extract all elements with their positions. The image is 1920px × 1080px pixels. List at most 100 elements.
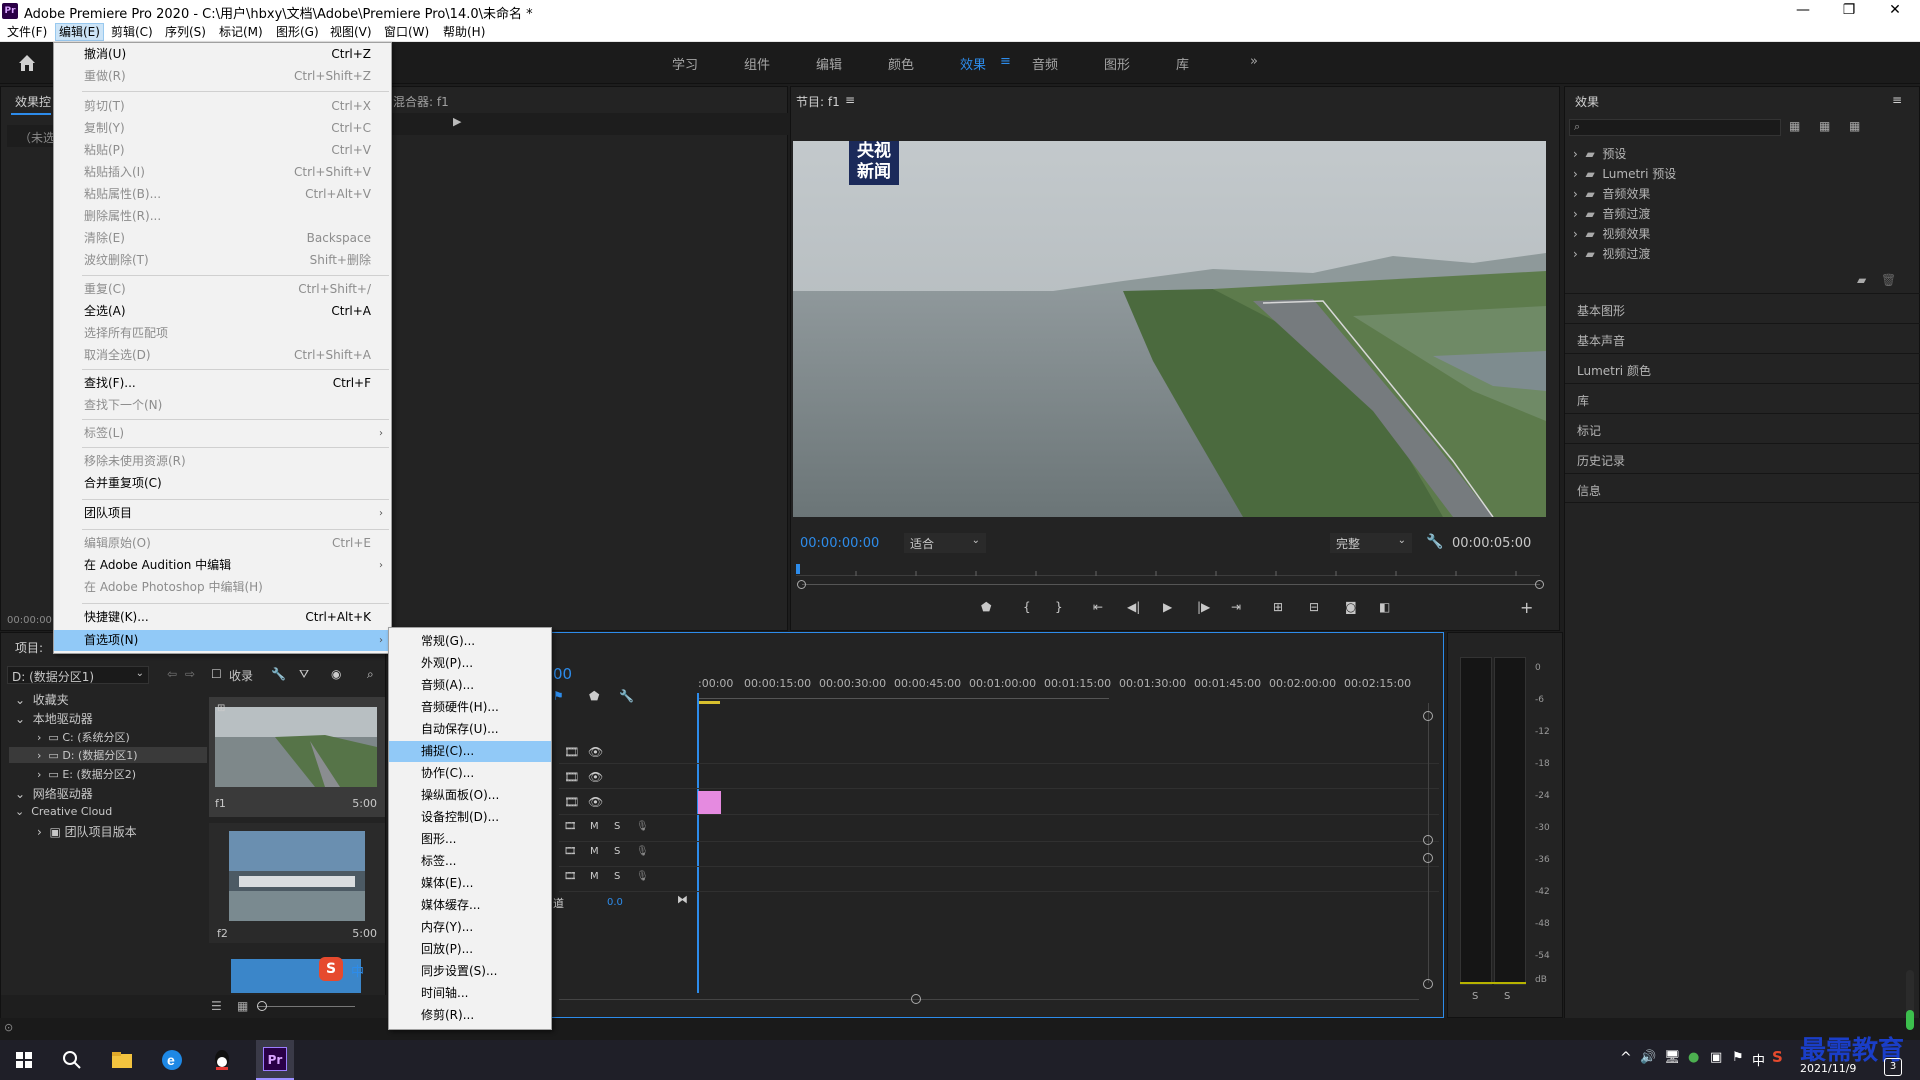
32bit-effects-icon[interactable]: ▦ bbox=[1819, 119, 1830, 133]
effect-controls-tab[interactable]: 效果控 bbox=[15, 93, 51, 110]
program-playhead[interactable] bbox=[796, 564, 800, 574]
effects-menu-icon[interactable]: ≡ bbox=[1892, 93, 1902, 107]
pref-item-trim[interactable]: 修剪(R)... bbox=[389, 1005, 551, 1026]
microphone-icon[interactable]: 🎙 bbox=[636, 846, 649, 857]
menu-item-select-all[interactable]: 全选(A) Ctrl+A bbox=[54, 301, 391, 322]
workspace-effects[interactable]: 效果 bbox=[960, 54, 986, 73]
tree-item-favorites[interactable]: ⌄ 收藏夹 bbox=[15, 691, 69, 708]
workspace-learn[interactable]: 学习 bbox=[672, 54, 698, 73]
menu-view[interactable]: 视图(V) bbox=[327, 24, 375, 40]
filmstrip-icon[interactable]: 🎞 bbox=[564, 821, 577, 832]
pref-item-control-surface[interactable]: 操纵面板(O)... bbox=[389, 785, 551, 806]
pref-item-memory[interactable]: 内存(Y)... bbox=[389, 917, 551, 938]
vertical-scroll-handle[interactable] bbox=[1423, 979, 1433, 989]
menu-item-preferences[interactable]: 首选项(N) › bbox=[54, 630, 391, 651]
tree-item-local-drives[interactable]: ⌄ 本地驱动器 bbox=[15, 710, 93, 727]
markers-section[interactable]: 标记 bbox=[1565, 413, 1920, 443]
tree-item-creative-cloud[interactable]: ⌄ Creative Cloud bbox=[15, 805, 112, 818]
clock-date[interactable]: 2021/11/9 bbox=[1800, 1062, 1856, 1075]
work-area-bar[interactable] bbox=[698, 701, 720, 704]
horizontal-scroll-handle[interactable] bbox=[911, 994, 921, 1004]
back-arrow-icon[interactable]: ⇦ bbox=[167, 667, 177, 681]
pref-item-device-control[interactable]: 设备控制(D)... bbox=[389, 807, 551, 828]
workspace-assembly[interactable]: 组件 bbox=[744, 54, 770, 73]
video-clip-f1[interactable] bbox=[698, 791, 721, 815]
drive-dropdown[interactable]: D: (数据分区1) ⌄ bbox=[7, 666, 149, 684]
volume-icon[interactable]: 🔊 bbox=[1640, 1050, 1656, 1065]
libraries-section[interactable]: 库 bbox=[1565, 383, 1920, 413]
search-icon[interactable] bbox=[58, 1046, 86, 1074]
menu-item-cut[interactable]: 剪切(T) Ctrl+X bbox=[54, 96, 391, 117]
timeline-ruler[interactable] bbox=[697, 693, 1109, 699]
menu-item-team-project[interactable]: 团队项目 › bbox=[54, 503, 391, 524]
accelerated-effects-icon[interactable]: ▦ bbox=[1789, 119, 1800, 133]
menu-graphics[interactable]: 图形(G) bbox=[273, 24, 322, 40]
filmstrip-icon[interactable]: 🎞 bbox=[564, 770, 579, 784]
minimize-button[interactable]: — bbox=[1780, 0, 1826, 22]
workspace-editing[interactable]: 编辑 bbox=[816, 54, 842, 73]
sogou-tray-icon[interactable]: S bbox=[1772, 1048, 1783, 1066]
ime-mode-label[interactable]: 中 bbox=[351, 961, 364, 980]
network-icon[interactable]: 🖥 bbox=[1664, 1050, 1681, 1065]
delete-icon[interactable]: 🗑 bbox=[1881, 273, 1896, 287]
menu-item-find-next[interactable]: 查找下一个(N) bbox=[54, 395, 391, 416]
play-icon[interactable]: ▶ bbox=[1163, 600, 1172, 614]
workspace-libraries[interactable]: 库 bbox=[1176, 54, 1189, 73]
new-bin-icon[interactable]: ▰ bbox=[1857, 273, 1866, 287]
filmstrip-icon[interactable]: 🎞 bbox=[564, 745, 579, 759]
menu-item-paste[interactable]: 粘贴(P) Ctrl+V bbox=[54, 140, 391, 161]
pref-item-appearance[interactable]: 外观(P)... bbox=[389, 653, 551, 674]
effects-folder-audio-transitions[interactable]: › ▰ 音频过渡 bbox=[1573, 205, 1650, 222]
add-marker-icon[interactable]: ⬟ bbox=[981, 600, 991, 614]
vertical-scroll-handle[interactable] bbox=[1423, 711, 1433, 721]
microphone-icon[interactable]: 🎙 bbox=[636, 821, 649, 832]
menu-item-paste-insert[interactable]: 粘贴插入(I) Ctrl+Shift+V bbox=[54, 162, 391, 183]
restore-button[interactable]: ❐ bbox=[1826, 0, 1872, 22]
edge-browser-icon[interactable]: e bbox=[158, 1046, 186, 1074]
menu-item-remove-attributes[interactable]: 删除属性(R)... bbox=[54, 206, 391, 227]
menu-sequence[interactable]: 序列(S) bbox=[162, 24, 209, 40]
pref-item-graphics[interactable]: 图形... bbox=[389, 829, 551, 850]
ingest-checkbox[interactable]: ☐ bbox=[211, 667, 222, 681]
workspace-graphics[interactable]: 图形 bbox=[1104, 54, 1130, 73]
timeline-marker-icon[interactable]: ⬟ bbox=[589, 689, 599, 703]
close-button[interactable]: ✕ bbox=[1872, 0, 1918, 22]
pref-item-audio-hardware[interactable]: 音频硬件(H)... bbox=[389, 697, 551, 718]
yuv-effects-icon[interactable]: ▦ bbox=[1849, 119, 1860, 133]
premiere-taskbar-button[interactable]: Pr bbox=[256, 1040, 294, 1080]
menu-item-select-all-matching[interactable]: 选择所有匹配项 bbox=[54, 323, 391, 344]
menu-item-remove-unused[interactable]: 移除未使用资源(R) bbox=[54, 451, 391, 472]
microphone-icon[interactable]: 🎙 bbox=[636, 871, 649, 882]
menu-item-duplicate[interactable]: 重复(C) Ctrl+Shift+/ bbox=[54, 279, 391, 300]
lift-icon[interactable]: ⊞ bbox=[1273, 600, 1283, 614]
pref-item-sync-settings[interactable]: 同步设置(S)... bbox=[389, 961, 551, 982]
ingest-settings-icon[interactable]: 🔧 bbox=[271, 667, 286, 681]
menu-item-copy[interactable]: 复制(Y) Ctrl+C bbox=[54, 118, 391, 139]
qq-icon[interactable] bbox=[208, 1046, 236, 1074]
pref-item-labels[interactable]: 标签... bbox=[389, 851, 551, 872]
tree-item-d-drive[interactable]: › ▭ D: (数据分区1) bbox=[9, 747, 207, 763]
menu-marker[interactable]: 标记(M) bbox=[216, 24, 266, 40]
security-icon[interactable]: ● bbox=[1688, 1050, 1699, 1065]
pref-item-capture[interactable]: 捕捉(C)... bbox=[389, 741, 551, 762]
view-icon[interactable]: ◉ bbox=[331, 667, 341, 681]
menu-item-edit-original[interactable]: 编辑原始(O) Ctrl+E bbox=[54, 533, 391, 554]
tree-item-network-drives[interactable]: ⌄ 网络驱动器 bbox=[15, 785, 93, 802]
info-section[interactable]: 信息 bbox=[1565, 473, 1920, 503]
forward-arrow-icon[interactable]: ⇨ bbox=[185, 667, 195, 681]
pref-item-media-cache[interactable]: 媒体缓存... bbox=[389, 895, 551, 916]
menu-clip[interactable]: 剪辑(C) bbox=[108, 24, 156, 40]
taskbar-ime-label[interactable]: 中 bbox=[1752, 1050, 1765, 1069]
tree-item-e-drive[interactable]: › ▭ E: (数据分区2) bbox=[37, 766, 136, 782]
lumetri-color-section[interactable]: Lumetri 颜色 bbox=[1565, 353, 1920, 383]
eye-icon[interactable]: 👁 bbox=[588, 795, 603, 809]
effects-search-input[interactable]: ⌕ bbox=[1569, 119, 1781, 136]
workspace-color[interactable]: 颜色 bbox=[888, 54, 914, 73]
menu-item-label-submenu[interactable]: 标签(L) › bbox=[54, 423, 391, 444]
vertical-scroll-handle[interactable] bbox=[1423, 853, 1433, 863]
solo-button[interactable]: S bbox=[614, 821, 620, 832]
list-view-icon[interactable]: ☰ bbox=[211, 999, 222, 1013]
export-frame-icon[interactable]: ◙ bbox=[1345, 600, 1357, 614]
timeline-timecode[interactable]: 00 bbox=[553, 665, 572, 683]
solo-right-button[interactable]: S bbox=[1504, 991, 1510, 1002]
